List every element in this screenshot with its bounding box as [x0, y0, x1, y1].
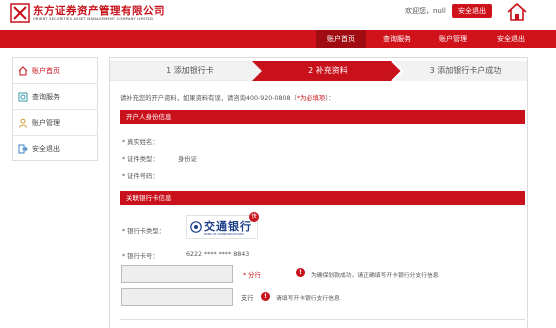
branch-input[interactable] — [121, 265, 233, 283]
branch-error-text: 为确保划款成功，请正确填写开卡银行分支行信息 — [311, 273, 439, 279]
welcome-text: 欢迎您，null — [405, 7, 446, 15]
subbranch-error-text: 请填写开卡银行支行信息 — [276, 296, 340, 302]
sidebar-item-account-home[interactable]: 账户首页 — [13, 58, 97, 84]
bank-name-en: BANK OF COMMUNICATIONS — [204, 232, 244, 236]
card-number-value: 6222 **** **** 8843 — [186, 251, 250, 258]
company-name-en: ORIENT SECURITIES ASSET MANAGEMENT COMPA… — [33, 16, 153, 21]
id-type-label: * 证件类型： — [122, 156, 159, 163]
card-number-label: * 银行卡号： — [122, 253, 159, 260]
identity-section-title: 开户人身份信息 — [120, 110, 525, 124]
real-name-label: * 真实姓名： — [122, 139, 159, 146]
required-note: *为必填项 — [296, 95, 326, 102]
logout-button[interactable]: 安全退出 — [452, 4, 492, 18]
sidebar-item-label: 查询服务 — [32, 92, 60, 101]
sidebar-item-logout[interactable]: 安全退出 — [13, 136, 97, 162]
nav-item-account-manage[interactable]: 账户管理 — [428, 30, 478, 48]
home-icon — [18, 65, 28, 76]
instructions: 请补充您的开户资料，如果资料有误，请咨询400-920-0808（*为必填项）： — [120, 93, 335, 102]
id-type-value: 身份证 — [178, 156, 197, 163]
branch-error-icon: ! — [296, 268, 305, 277]
id-number-label: * 证件号码： — [122, 173, 159, 180]
branch-label-text: * 分行 — [243, 272, 261, 279]
bank-logo[interactable]: 交通银行 BANK OF COMMUNICATIONS 快 — [186, 212, 259, 239]
sidebar-item-label: 账户首页 — [32, 66, 60, 75]
step-progress: 1 添加银行卡 2 补充资料 3 添加银行卡户成功 — [110, 61, 527, 81]
card-type-label: * 银行卡类型： — [122, 228, 165, 235]
sidebar-item-label: 账户管理 — [32, 118, 60, 127]
subbranch-error-icon: ! — [261, 292, 270, 301]
search-icon — [18, 92, 28, 102]
bank-section-title: 关联银行卡信息 — [120, 191, 525, 205]
header: 东方证券资产管理有限公司 ORIENT SECURITIES ASSET MAN… — [0, 0, 556, 28]
nav-item-account-home[interactable]: 账户首页 — [316, 30, 366, 48]
nav-item-query[interactable]: 查询服务 — [372, 30, 422, 48]
exit-icon — [18, 144, 28, 154]
subbranch-label: 支行 — [241, 295, 254, 302]
bank-emblem-icon — [190, 221, 202, 233]
logo-mark-icon — [10, 3, 30, 23]
branch-label: * 分行 — [243, 270, 261, 279]
company-logo[interactable]: 东方证券资产管理有限公司 ORIENT SECURITIES ASSET MAN… — [10, 3, 165, 23]
step-3: 3 添加银行卡户成功 — [429, 66, 502, 75]
sidebar-item-label: 安全退出 — [32, 145, 60, 153]
step-2-active: 2 补充资料 — [308, 66, 348, 75]
sidebar-item-account-manage[interactable]: 账户管理 — [13, 110, 97, 136]
main-nav: 账户首页 查询服务 账户管理 安全退出 — [0, 30, 556, 48]
company-name-cn: 东方证券资产管理有限公司 — [33, 4, 165, 17]
sidebar: 账户首页 查询服务 账户管理 安全退出 — [12, 57, 98, 161]
home-icon[interactable] — [506, 2, 528, 22]
subbranch-input[interactable] — [121, 288, 233, 306]
user-icon — [18, 118, 28, 128]
instructions-text: 请补充您的开户资料，如果资料有误，请咨询400-920-0808（ — [120, 95, 297, 102]
section-divider — [120, 319, 525, 320]
instructions-suffix: ）： — [325, 95, 335, 102]
step-1: 1 添加银行卡 — [166, 66, 214, 75]
nav-item-logout[interactable]: 安全退出 — [486, 30, 536, 48]
quick-pay-badge: 快 — [249, 212, 259, 222]
main-panel: 1 添加银行卡 2 补充资料 3 添加银行卡户成功 请补充您的开户资料，如果资料… — [109, 57, 528, 328]
sidebar-item-query[interactable]: 查询服务 — [13, 84, 97, 110]
